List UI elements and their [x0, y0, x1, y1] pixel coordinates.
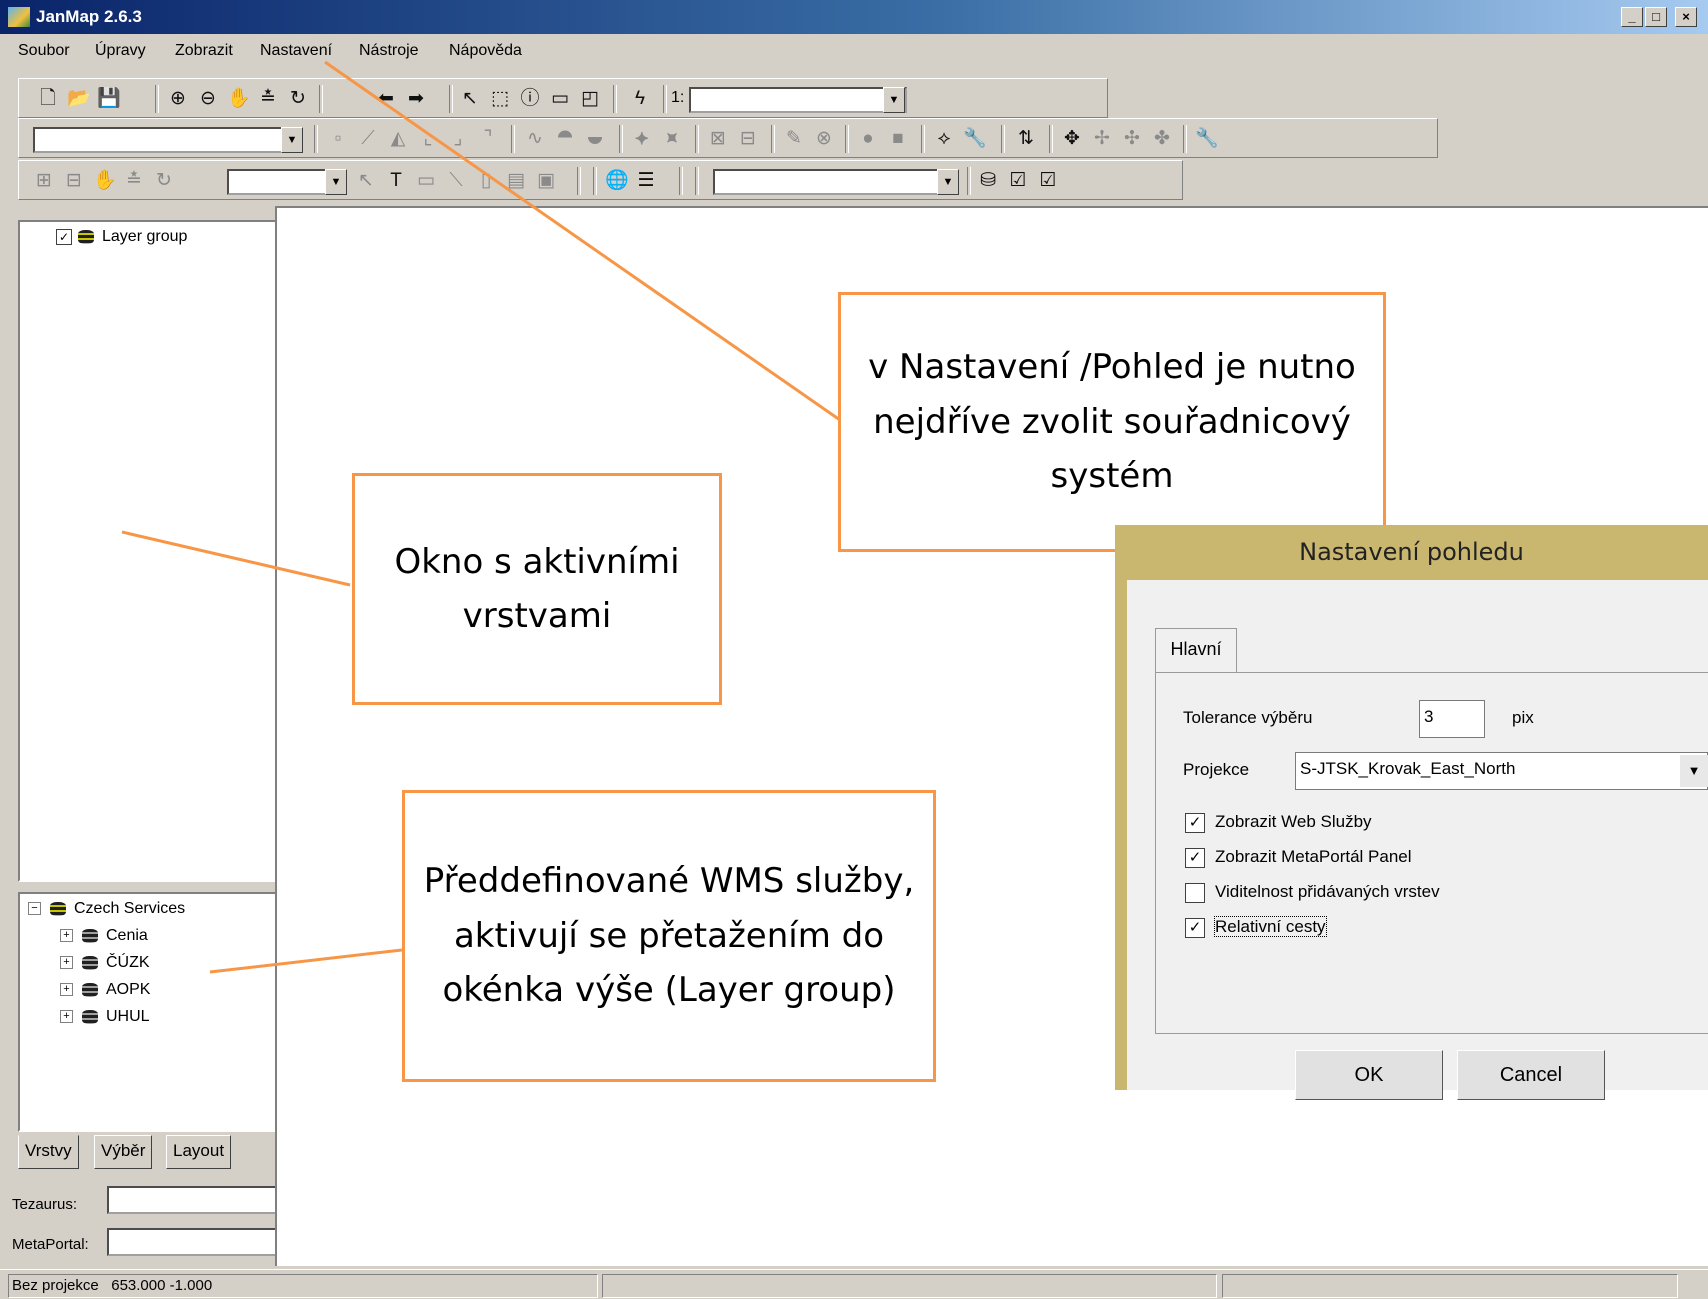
projection-select[interactable]: S-JTSK_Krovak_East_North [1295, 752, 1708, 790]
callout-settings-box: v Nastavení /Pohled je nutno nejdříve zv… [838, 292, 1386, 552]
callout-line-wms [209, 948, 403, 974]
ok-button[interactable]: OK [1295, 1050, 1443, 1100]
callout-line-settings [324, 60, 841, 422]
view-settings-dialog: Nastavení pohledu Hlavní Tolerance výběr… [1115, 525, 1708, 1100]
callout-line-layers [121, 530, 351, 587]
checkbox-metaportal-panel[interactable]: ✓ [1185, 847, 1205, 868]
tolerance-input[interactable]: 3 [1419, 700, 1485, 738]
projection-label: Projekce [1183, 760, 1250, 779]
cancel-button[interactable]: Cancel [1457, 1050, 1605, 1100]
callout-wms-box: Předdefinované WMS služby, aktivují se p… [402, 790, 936, 1082]
callout-layers-box: Okno s aktivními vrstvami [352, 473, 722, 705]
dialog-body: Hlavní Tolerance výběru 3 pix Projekce S… [1127, 580, 1708, 1100]
option-metaportal-panel[interactable]: ✓ Zobrazit MetaPortál Panel [1185, 847, 1412, 868]
option-layer-visibility[interactable]: Viditelnost přidávaných vrstev [1185, 882, 1440, 903]
option-relative-paths[interactable]: ✓ Relativní cesty [1185, 916, 1327, 938]
tolerance-unit: pix [1512, 708, 1534, 727]
tab-hlavni[interactable]: Hlavní [1155, 628, 1237, 673]
dialog-title: Nastavení pohledu [1299, 538, 1524, 566]
checkbox-layer-visibility[interactable] [1185, 882, 1205, 903]
projection-dropdown-arrow-icon[interactable]: ▼ [1680, 755, 1708, 787]
checkbox-relative-paths[interactable]: ✓ [1185, 917, 1205, 938]
tolerance-label: Tolerance výběru [1183, 708, 1313, 727]
checkbox-web-services[interactable]: ✓ [1185, 812, 1205, 833]
option-web-services[interactable]: ✓ Zobrazit Web Služby [1185, 812, 1372, 833]
